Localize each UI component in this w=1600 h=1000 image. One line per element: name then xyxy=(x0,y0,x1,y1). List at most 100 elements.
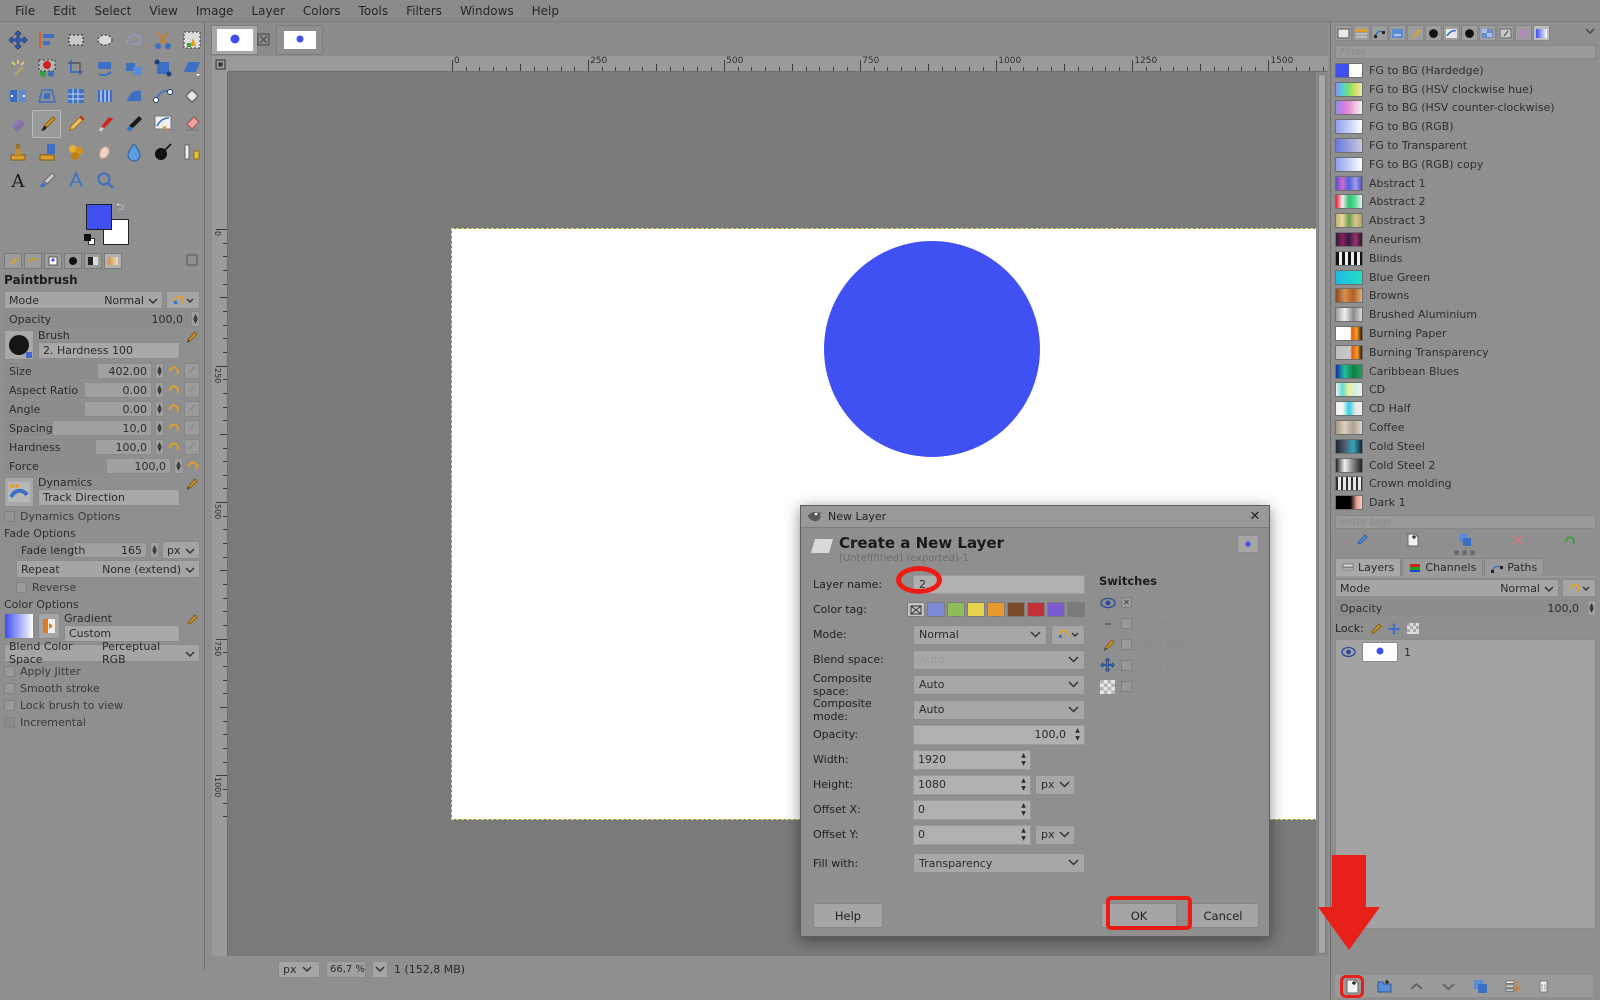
spinner-icon[interactable]: ▲ ▼ xyxy=(1018,801,1029,818)
spacing-reset-icon[interactable] xyxy=(167,420,181,436)
gradient-reverse-button[interactable] xyxy=(38,613,60,639)
spinner-icon[interactable]: ▲ ▼ xyxy=(1018,826,1029,843)
layer-visibility-icon[interactable] xyxy=(1340,645,1356,659)
aspect-ratio-dynamics-toggle[interactable]: ⟋ xyxy=(184,382,200,398)
tab-images-icon[interactable] xyxy=(1335,25,1352,41)
gradient-list-item[interactable]: Burning Transparency xyxy=(1335,343,1596,362)
dynamics-value[interactable]: Track Direction xyxy=(38,489,180,506)
tab-pointer-icon[interactable] xyxy=(1407,25,1424,41)
handle-transform-tool[interactable] xyxy=(148,54,177,82)
switch-linked[interactable]: Linked xyxy=(1099,613,1259,634)
eraser-tool[interactable] xyxy=(177,110,206,138)
menu-windows[interactable]: Windows xyxy=(451,2,523,20)
gradient-list-item[interactable]: Cold Steel 2 xyxy=(1335,456,1596,475)
horizontal-ruler[interactable]: 0 250 500 750 1000 1250 1500 xyxy=(228,56,1328,72)
foreground-select-tool[interactable] xyxy=(177,26,206,54)
blend-space-combo[interactable]: Auto xyxy=(913,649,1085,670)
brush-preview[interactable] xyxy=(4,330,34,360)
select-by-color-tool[interactable] xyxy=(32,54,61,82)
tab-device-status[interactable] xyxy=(44,253,62,269)
mypaint-brush-tool[interactable] xyxy=(148,110,177,138)
lock-brush-to-view-checkbox[interactable]: Lock brush to view xyxy=(4,698,200,713)
perspective-tool[interactable] xyxy=(32,82,61,110)
lock-alpha-icon[interactable] xyxy=(1405,621,1421,635)
new-layer-group-button[interactable] xyxy=(1375,978,1393,995)
blend-color-space-combo[interactable]: Blend Color Space Perceptual RGB xyxy=(4,640,200,666)
tab-layers[interactable]: Layers xyxy=(1335,558,1402,576)
tab-undo-history[interactable] xyxy=(24,253,42,269)
color-tag-orange[interactable] xyxy=(987,602,1005,617)
angle-slider[interactable]: Angle 0.00 xyxy=(4,401,152,417)
duplicate-gradient-button[interactable] xyxy=(1456,532,1474,548)
alignment-tool[interactable] xyxy=(32,26,61,54)
tab-patterns-icon[interactable] xyxy=(1479,25,1496,41)
gradient-list-item[interactable]: CD Half xyxy=(1335,399,1596,418)
gradient-list-item[interactable]: FG to BG (RGB) copy xyxy=(1335,155,1596,174)
color-tag-violet[interactable] xyxy=(1047,602,1065,617)
aspect-ratio-spinner[interactable]: ▲ ▼ xyxy=(155,382,164,398)
gradient-preview[interactable] xyxy=(4,613,34,639)
color-tag-none[interactable] xyxy=(907,602,925,617)
gradient-list-item[interactable]: FG to BG (HSV counter-clockwise) xyxy=(1335,99,1596,118)
flip-tool[interactable] xyxy=(3,82,32,110)
heal-tool[interactable] xyxy=(61,138,90,166)
lower-layer-button[interactable] xyxy=(1439,978,1457,995)
warp-transform-tool[interactable] xyxy=(90,82,119,110)
tab-paths-icon[interactable] xyxy=(1371,25,1388,41)
dialog-opacity-input[interactable]: 100,0 ▲ ▼ xyxy=(913,724,1085,745)
vertical-ruler[interactable]: 0 250 500 750 1000 xyxy=(212,72,228,970)
path-tool[interactable] xyxy=(148,82,177,110)
menu-help[interactable]: Help xyxy=(523,2,568,20)
size-reset-icon[interactable] xyxy=(167,363,181,379)
width-input[interactable]: 1920 ▲ ▼ xyxy=(913,749,1031,770)
menu-select[interactable]: Select xyxy=(85,2,140,20)
layer-opacity-spinner[interactable]: ▲ ▼ xyxy=(1587,600,1596,616)
angle-reset-icon[interactable] xyxy=(167,401,181,417)
vertical-scrollbar[interactable] xyxy=(1316,72,1328,970)
crop-tool[interactable] xyxy=(61,54,90,82)
menu-image[interactable]: Image xyxy=(187,2,243,20)
gradient-list-item[interactable]: Abstract 2 xyxy=(1335,193,1596,212)
hardness-reset-icon[interactable] xyxy=(167,439,181,455)
gradient-list-item[interactable]: Cold Steel xyxy=(1335,437,1596,456)
smooth-stroke-checkbox[interactable]: Smooth stroke xyxy=(4,681,200,696)
gradient-list-item[interactable]: Caribbean Blues xyxy=(1335,362,1596,381)
reverse-checkbox[interactable]: Reverse xyxy=(16,580,200,595)
color-picker-tool[interactable] xyxy=(32,166,61,194)
switch-lock-pixels[interactable]: Lock pixels xyxy=(1099,634,1259,655)
ellipse-select-tool[interactable] xyxy=(90,26,119,54)
zoom-input[interactable]: 66,7 % xyxy=(326,960,366,978)
zoom-dropdown-button[interactable] xyxy=(372,960,388,978)
size-slider[interactable]: Size 402.00 xyxy=(4,363,152,379)
measure-tool[interactable] xyxy=(177,138,206,166)
gradient-list-item[interactable]: Browns xyxy=(1335,287,1596,306)
tab-brushes[interactable] xyxy=(64,253,82,269)
layer-opacity-slider[interactable]: Opacity 100,0 xyxy=(1335,600,1584,616)
ruler-corner-button[interactable] xyxy=(212,56,228,72)
lock-position-icon[interactable] xyxy=(1386,621,1402,635)
switch-visible[interactable]: ✕ Visible xyxy=(1099,592,1259,613)
dynamics-options-expander[interactable]: Dynamics Options xyxy=(4,509,200,524)
gradient-list-item[interactable]: CD xyxy=(1335,381,1596,400)
gradient-list-item[interactable]: Crown molding xyxy=(1335,475,1596,494)
delete-layer-button[interactable] xyxy=(1535,978,1553,995)
ink-tool[interactable] xyxy=(119,110,148,138)
force-reset-icon[interactable] xyxy=(186,458,200,474)
brush-edit-icon[interactable] xyxy=(184,330,200,346)
gradient-list-item[interactable]: FG to BG (HSV clockwise hue) xyxy=(1335,80,1596,99)
offset-x-input[interactable]: 0 ▲ ▼ xyxy=(913,799,1031,820)
gradient-filter-input[interactable]: Filter xyxy=(1335,45,1596,59)
pencil-tool[interactable] xyxy=(61,110,90,138)
gradient-edit-icon[interactable] xyxy=(184,613,200,629)
fade-length-spinner[interactable]: ▲ ▼ xyxy=(150,542,159,558)
gradient-list-item[interactable]: Abstract 3 xyxy=(1335,211,1596,230)
dialog-mode-combo[interactable]: Normal xyxy=(913,624,1047,645)
paint-mode-combo[interactable]: Mode Normal xyxy=(4,291,163,309)
dynamics-edit-icon[interactable] xyxy=(184,477,200,493)
new-layer-button[interactable] xyxy=(1340,974,1364,998)
fuzzy-select-tool[interactable] xyxy=(3,54,32,82)
gradients-list[interactable]: FG to BG (Hardedge) FG to BG (HSV clockwi… xyxy=(1335,61,1596,513)
gradient-list-item[interactable]: Abstract 1 xyxy=(1335,174,1596,193)
fade-length-slider[interactable]: Fade length 165 xyxy=(16,542,147,558)
unified-transform-tool[interactable] xyxy=(119,54,148,82)
